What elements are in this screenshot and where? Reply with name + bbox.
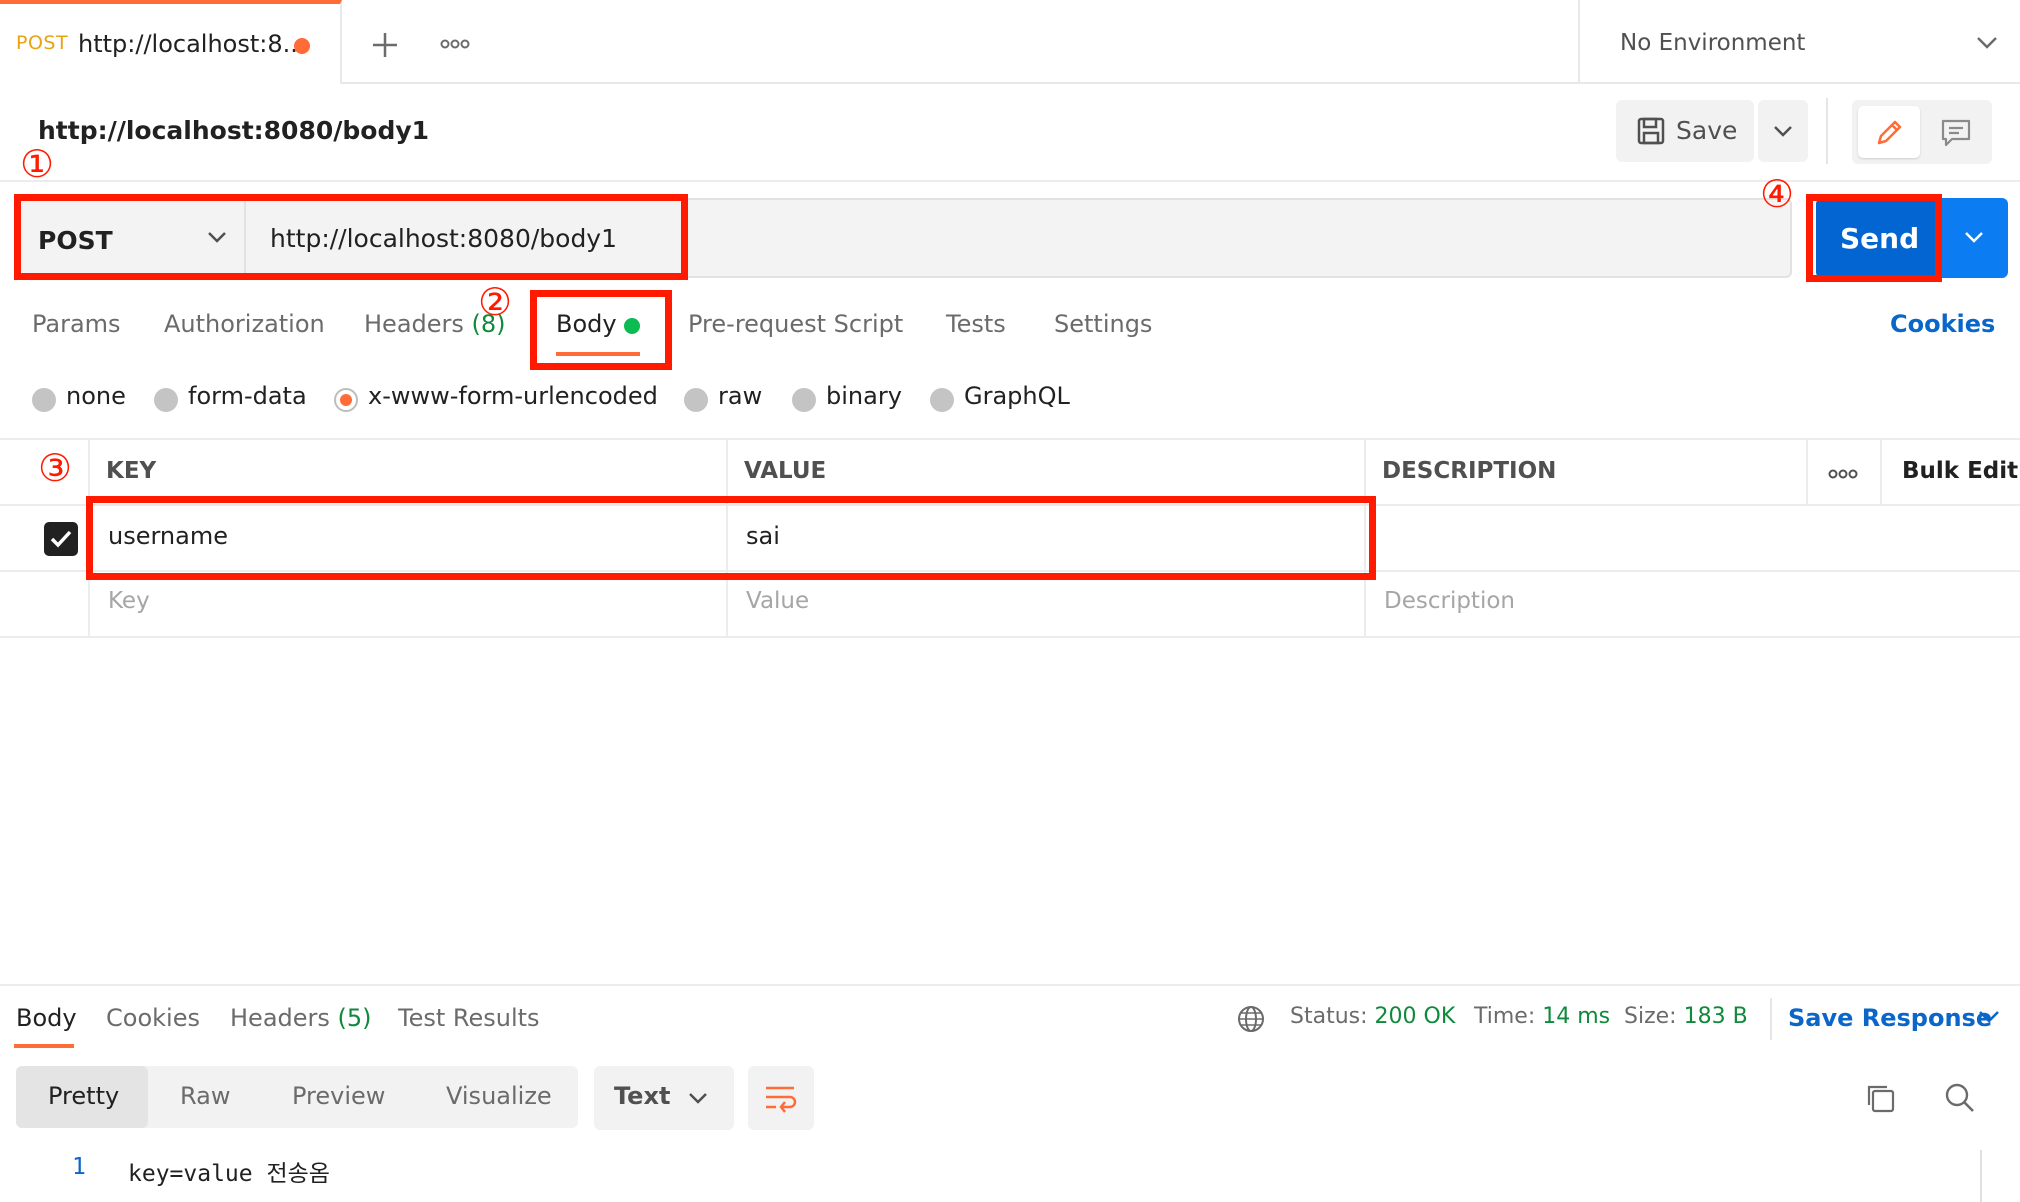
response-meta-divider <box>1770 998 1772 1040</box>
column-header-key: KEY <box>106 458 157 484</box>
chevron-down-icon <box>1965 232 1983 243</box>
annotation-marker-3: ③ <box>38 446 73 490</box>
cookies-link[interactable]: Cookies <box>1890 310 1995 338</box>
radio-x-www-form-urlencoded-label[interactable]: x-www-form-urlencoded <box>368 382 658 410</box>
response-divider <box>0 984 2020 986</box>
tab-authorization[interactable]: Authorization <box>164 310 325 338</box>
chevron-down-icon[interactable] <box>1976 36 1998 50</box>
time-label: Time: <box>1474 1004 1536 1029</box>
table-bottom-border <box>0 636 2020 638</box>
unsaved-indicator <box>294 38 310 54</box>
edit-mode-button[interactable] <box>1858 106 1920 158</box>
save-options-button[interactable] <box>1758 100 1808 162</box>
chevron-down-icon[interactable] <box>1978 1010 2000 1024</box>
radio-binary[interactable] <box>792 388 816 412</box>
tab-pre-request-script[interactable]: Pre-request Script <box>688 310 903 338</box>
chevron-down-icon <box>1774 126 1792 137</box>
toolbar-divider <box>1826 98 1828 164</box>
response-headers-label: Headers <box>230 1004 330 1032</box>
response-tab-headers[interactable]: Headers (5) <box>230 1004 372 1032</box>
view-preview[interactable]: Preview <box>292 1082 385 1110</box>
response-headers-count: (5) <box>337 1004 372 1032</box>
annotation-marker-1: ① <box>20 142 55 186</box>
search-icon[interactable] <box>1944 1082 1976 1114</box>
size-value: 183 B <box>1683 1004 1748 1029</box>
status-value: 200 OK <box>1374 1004 1456 1029</box>
wrap-icon <box>766 1086 797 1113</box>
tab-settings[interactable]: Settings <box>1054 310 1152 338</box>
header-divider <box>0 180 2020 182</box>
radio-form-data-label[interactable]: form-data <box>188 382 307 410</box>
radio-none[interactable] <box>32 388 56 412</box>
response-tab-body[interactable]: Body <box>16 1004 77 1032</box>
plus-icon[interactable] <box>370 30 400 60</box>
copy-icon[interactable] <box>1864 1082 1896 1114</box>
new-value-input[interactable]: Value <box>746 588 809 614</box>
checkmark-icon <box>50 530 72 548</box>
table-column-divider <box>1806 438 1808 504</box>
response-tab-test-results[interactable]: Test Results <box>398 1004 540 1032</box>
view-visualize[interactable]: Visualize <box>446 1082 552 1110</box>
size-label: Size: <box>1624 1004 1677 1029</box>
time-value: 14 ms <box>1542 1004 1611 1029</box>
annotation-box-send-button <box>1806 194 1942 282</box>
pencil-icon <box>1877 120 1902 145</box>
column-header-value: VALUE <box>744 458 827 484</box>
more-icon[interactable] <box>1828 468 1858 480</box>
response-active-tab-indicator <box>14 1044 74 1048</box>
radio-raw-label[interactable]: raw <box>718 382 762 410</box>
comment-icon[interactable] <box>1940 118 1972 148</box>
save-label: Save <box>1676 116 1738 145</box>
annotation-box-method-url <box>14 194 688 280</box>
save-response-button[interactable]: Save Response <box>1788 1004 1992 1032</box>
send-options-button[interactable] <box>1942 198 2008 278</box>
radio-none-label[interactable]: none <box>66 382 126 410</box>
column-header-description: DESCRIPTION <box>1382 458 1557 484</box>
table-column-divider <box>1880 438 1882 504</box>
status-label: Status: <box>1290 1004 1368 1029</box>
new-key-input[interactable]: Key <box>108 588 150 614</box>
scrollbar-track[interactable] <box>1980 1150 1982 1202</box>
wrap-lines-button[interactable] <box>748 1066 814 1130</box>
radio-form-data[interactable] <box>154 388 178 412</box>
tab-tests[interactable]: Tests <box>946 310 1006 338</box>
tab-params[interactable]: Params <box>32 310 121 338</box>
view-raw[interactable]: Raw <box>180 1082 230 1110</box>
environment-label: No Environment <box>1620 30 1806 56</box>
row-enabled-checkbox[interactable] <box>44 522 78 556</box>
chevron-down-icon <box>689 1093 707 1104</box>
tab-headers-label: Headers <box>364 310 464 338</box>
bulk-edit-button[interactable]: Bulk Edit <box>1902 458 2018 484</box>
table-top-border <box>0 438 2020 440</box>
radio-raw[interactable] <box>684 388 708 412</box>
response-size: Size: 183 B <box>1624 1004 1748 1029</box>
radio-graphql-label[interactable]: GraphQL <box>964 382 1070 410</box>
response-tab-cookies[interactable]: Cookies <box>106 1004 200 1032</box>
radio-x-www-form-urlencoded[interactable] <box>334 388 358 412</box>
radio-binary-label[interactable]: binary <box>826 382 902 410</box>
radio-graphql[interactable] <box>930 388 954 412</box>
annotation-box-key-value-row <box>86 496 1376 580</box>
response-time: Time: 14 ms <box>1474 1004 1610 1029</box>
request-title[interactable]: http://localhost:8080/body1 <box>38 116 429 145</box>
annotation-box-body-tab <box>530 290 672 370</box>
line-number: 1 <box>72 1154 86 1180</box>
annotation-marker-4: ④ <box>1760 172 1795 216</box>
tab-title[interactable]: http://localhost:8... <box>78 30 306 58</box>
format-label: Text <box>614 1082 671 1110</box>
view-pretty[interactable]: Pretty <box>48 1082 119 1110</box>
response-status: Status: 200 OK <box>1290 1004 1455 1029</box>
save-icon <box>1637 117 1665 145</box>
globe-icon[interactable] <box>1236 1004 1266 1034</box>
annotation-marker-2: ② <box>478 280 513 324</box>
tab-method-label: POST <box>16 32 69 54</box>
new-description-input[interactable]: Description <box>1384 588 1515 614</box>
response-body-line: key=value 전송옴 <box>128 1161 330 1187</box>
more-icon[interactable] <box>440 38 470 50</box>
